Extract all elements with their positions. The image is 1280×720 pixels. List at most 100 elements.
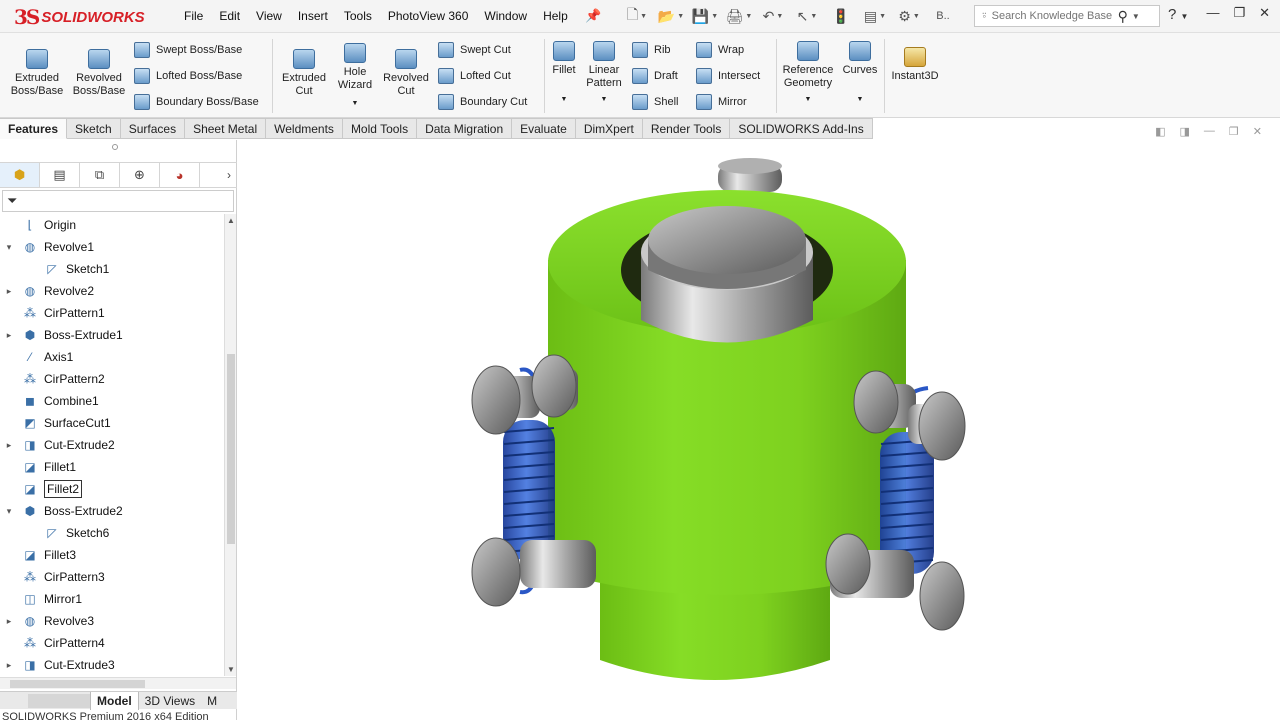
revolved-boss-button[interactable]: Revolved Boss/Base bbox=[70, 49, 128, 98]
linear-pattern-button[interactable]: Linear Pattern ▼ bbox=[582, 41, 626, 106]
tab-3d-views[interactable]: 3D Views bbox=[139, 692, 201, 710]
tree-node[interactable]: ▸ ◨ Cut-Extrude2 bbox=[0, 434, 224, 456]
swept-cut-button[interactable]: Swept Cut bbox=[438, 42, 511, 58]
shell-button[interactable]: Shell bbox=[632, 94, 678, 110]
tab-surfaces[interactable]: Surfaces bbox=[120, 118, 186, 139]
tree-node[interactable]: ⁂ CirPattern3 bbox=[0, 566, 224, 588]
tab-dimxpert[interactable]: DimXpert bbox=[575, 118, 643, 139]
menu-window[interactable]: Window bbox=[476, 9, 535, 23]
tree-node[interactable]: ⌊ Origin bbox=[0, 214, 224, 236]
tree-expander-icon[interactable]: ▸ bbox=[4, 286, 14, 297]
solidworks-logo[interactable]: 3S SOLIDWORKS bbox=[14, 5, 145, 29]
curves-button[interactable]: Curves ▼ bbox=[840, 41, 880, 106]
tree-expander-icon[interactable]: ▸ bbox=[4, 616, 14, 627]
hole-wizard-dropdown-icon[interactable]: ▼ bbox=[332, 97, 378, 110]
search-knowledge-base[interactable]: ⍤ ⚲ ▼ bbox=[974, 5, 1160, 27]
tree-filter[interactable]: ⏷ bbox=[2, 190, 234, 212]
tab-model[interactable]: Model bbox=[90, 691, 139, 710]
dock-left-icon[interactable]: ◧ bbox=[1155, 125, 1165, 138]
pin-menu-icon[interactable]: 📌 bbox=[585, 8, 601, 24]
toolbar-overflow[interactable]: B.. bbox=[928, 5, 958, 27]
intersect-button[interactable]: Intersect bbox=[696, 68, 760, 84]
tab-sketch[interactable]: Sketch bbox=[67, 118, 121, 139]
menu-view[interactable]: View bbox=[248, 9, 290, 23]
feature-manager-tab-icon[interactable]: ⬢ bbox=[0, 163, 40, 187]
tree-expander-icon[interactable]: ▾ bbox=[4, 506, 14, 517]
wrap-button[interactable]: Wrap bbox=[696, 42, 744, 58]
tab-data-migration[interactable]: Data Migration bbox=[417, 118, 513, 139]
tree-node[interactable]: ◸ Sketch6 bbox=[0, 522, 224, 544]
help-icon[interactable]: ? ▼ bbox=[1168, 6, 1188, 23]
rebuild-icon[interactable]: 🚦 bbox=[826, 5, 856, 27]
doc-restore-icon[interactable]: ❐ bbox=[1229, 125, 1239, 138]
search-icon[interactable]: ⚲ bbox=[1118, 8, 1128, 25]
restore-icon[interactable]: ❐ bbox=[1233, 5, 1245, 21]
new-document-icon[interactable]: 🗋 ▼ bbox=[622, 5, 652, 27]
tree-node[interactable]: ⁄ Axis1 bbox=[0, 346, 224, 368]
scroll-down-icon[interactable]: ▼ bbox=[227, 665, 235, 674]
dimxpert-manager-tab-icon[interactable]: ⊕ bbox=[120, 163, 160, 187]
open-folder-icon[interactable]: 📂 ▼ bbox=[656, 5, 686, 27]
tree-vertical-scrollbar[interactable]: ▲ ▼ bbox=[224, 214, 236, 676]
mirror-button[interactable]: Mirror bbox=[696, 94, 747, 110]
menu-photoview[interactable]: PhotoView 360 bbox=[380, 9, 477, 23]
tree-node[interactable]: ◪ Fillet2 bbox=[0, 478, 224, 500]
tab-navigation-buttons[interactable] bbox=[28, 693, 90, 708]
swept-boss-button[interactable]: Swept Boss/Base bbox=[134, 42, 242, 58]
revolved-cut-button[interactable]: Revolved Cut bbox=[380, 49, 432, 98]
tab-features[interactable]: Features bbox=[0, 118, 68, 139]
hole-wizard-button[interactable]: Hole Wizard ▼ bbox=[332, 43, 378, 110]
more-tabs-arrow-icon[interactable]: › bbox=[227, 168, 231, 182]
draft-button[interactable]: Draft bbox=[632, 68, 678, 84]
hscroll-thumb[interactable] bbox=[10, 680, 145, 688]
tree-node[interactable]: ◪ Fillet1 bbox=[0, 456, 224, 478]
tree-node[interactable]: ⁂ CirPattern1 bbox=[0, 302, 224, 324]
tree-node[interactable]: ▾ ⬢ Boss-Extrude2 bbox=[0, 500, 224, 522]
tree-node[interactable]: ⁂ CirPattern2 bbox=[0, 368, 224, 390]
doc-close-icon[interactable]: ✕ bbox=[1253, 125, 1262, 138]
lofted-cut-button[interactable]: Lofted Cut bbox=[438, 68, 511, 84]
menu-help[interactable]: Help bbox=[535, 9, 576, 23]
save-icon[interactable]: 💾 ▼ bbox=[690, 5, 720, 27]
fillet-dropdown-icon[interactable]: ▼ bbox=[548, 93, 580, 106]
tree-node[interactable]: ▸ ◍ Revolve2 bbox=[0, 280, 224, 302]
tree-node[interactable]: ⁂ CirPattern4 bbox=[0, 632, 224, 654]
tree-node[interactable]: ◼ Combine1 bbox=[0, 390, 224, 412]
rib-button[interactable]: Rib bbox=[632, 42, 671, 58]
part-model[interactable] bbox=[238, 140, 1280, 720]
undo-icon[interactable]: ↶ ▼ bbox=[758, 5, 788, 27]
boundary-cut-button[interactable]: Boundary Cut bbox=[438, 94, 527, 110]
tree-horizontal-scrollbar[interactable] bbox=[0, 677, 236, 689]
tree-expander-icon[interactable]: ▸ bbox=[4, 330, 14, 341]
tree-node[interactable]: ▸ ◨ Cut-Extrude3 bbox=[0, 654, 224, 676]
dock-right-icon[interactable]: ◨ bbox=[1180, 125, 1190, 138]
curves-dropdown-icon[interactable]: ▼ bbox=[840, 93, 880, 106]
tab-solidworks-add-ins[interactable]: SOLIDWORKS Add-Ins bbox=[730, 118, 873, 139]
boundary-boss-button[interactable]: Boundary Boss/Base bbox=[134, 94, 259, 110]
minimize-icon[interactable]: — bbox=[1206, 5, 1219, 21]
doc-minimize-icon[interactable]: — bbox=[1204, 125, 1215, 138]
tab-motion-study[interactable]: M bbox=[201, 692, 223, 710]
tab-evaluate[interactable]: Evaluate bbox=[512, 118, 576, 139]
tree-expander-icon[interactable]: ▸ bbox=[4, 440, 14, 451]
tree-expander-icon[interactable]: ▾ bbox=[4, 242, 14, 253]
menu-insert[interactable]: Insert bbox=[290, 9, 336, 23]
instant3d-button[interactable]: Instant3D bbox=[888, 47, 942, 83]
menu-file[interactable]: File bbox=[176, 9, 211, 23]
search-dropdown-icon[interactable]: ▼ bbox=[1132, 12, 1140, 21]
tree-node[interactable]: ◫ Mirror1 bbox=[0, 588, 224, 610]
print-icon[interactable]: 🖨 ▼ bbox=[724, 5, 754, 27]
reference-geometry-dropdown-icon[interactable]: ▼ bbox=[780, 93, 836, 106]
linear-pattern-dropdown-icon[interactable]: ▼ bbox=[582, 93, 626, 106]
file-properties-icon[interactable]: ▤ ▼ bbox=[860, 5, 890, 27]
menu-tools[interactable]: Tools bbox=[336, 9, 380, 23]
search-input[interactable] bbox=[991, 10, 1114, 22]
tree-node[interactable]: ▾ ◍ Revolve1 bbox=[0, 236, 224, 258]
tree-node[interactable]: ◸ Sketch1 bbox=[0, 258, 224, 280]
configuration-manager-tab-icon[interactable]: ⧉ bbox=[80, 163, 120, 187]
tab-mold-tools[interactable]: Mold Tools bbox=[342, 118, 418, 139]
extruded-boss-button[interactable]: Extruded Boss/Base bbox=[8, 49, 66, 98]
reference-geometry-button[interactable]: Reference Geometry ▼ bbox=[780, 41, 836, 106]
tree-node[interactable]: ▸ ⬢ Boss-Extrude1 bbox=[0, 324, 224, 346]
scroll-thumb[interactable] bbox=[227, 354, 235, 544]
